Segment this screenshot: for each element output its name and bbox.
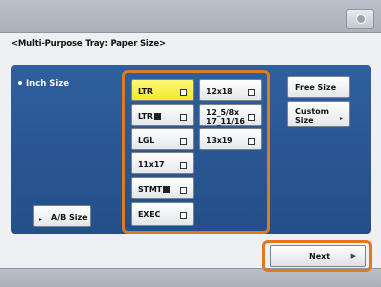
free-size-button[interactable]: Free Size (287, 76, 350, 98)
status-monitor-button[interactable] (346, 9, 374, 29)
top-bar (0, 0, 381, 33)
chevron-right-icon: ▸ (39, 216, 43, 223)
chevron-right-icon: ▸ (339, 115, 343, 122)
status-icon (356, 14, 366, 24)
custom-size-label: Custom Size (295, 107, 329, 125)
bullet-icon (18, 80, 22, 85)
next-button-highlight (262, 240, 372, 272)
size-grid-highlight (122, 70, 270, 234)
ab-size-label: A/B Size (51, 213, 88, 222)
ab-size-button[interactable]: ▸ A/B Size (33, 205, 91, 227)
paper-size-screen: <Multi-Purpose Tray: Paper Size> Inch Si… (0, 0, 381, 287)
free-size-label: Free Size (295, 83, 337, 92)
inch-size-text: Inch Size (26, 79, 70, 89)
custom-size-button[interactable]: Custom Size ▸ (287, 101, 350, 127)
page-title: <Multi-Purpose Tray: Paper Size> (11, 39, 166, 49)
inch-size-label: Inch Size (18, 79, 69, 89)
